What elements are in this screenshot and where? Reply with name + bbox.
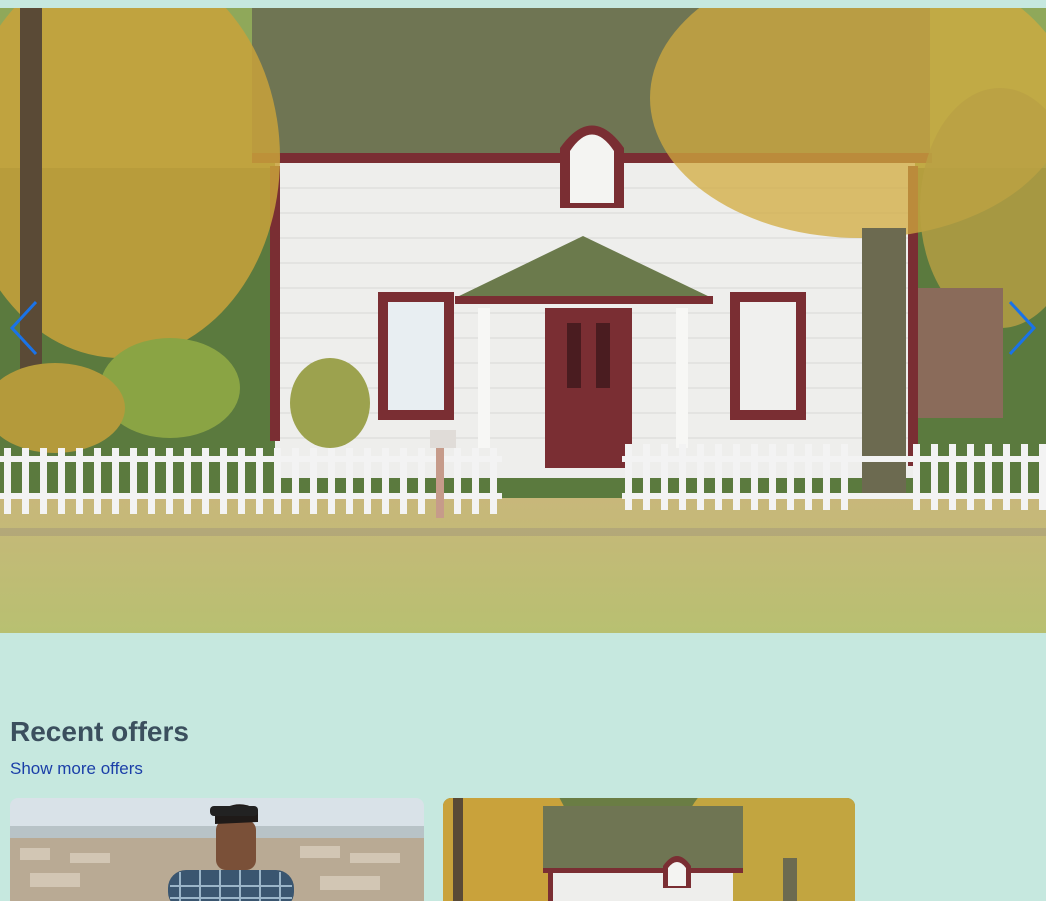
hero-image <box>0 8 1046 633</box>
chevron-left-icon <box>9 300 38 356</box>
offer-card[interactable] <box>443 798 855 901</box>
carousel-prev-button[interactable] <box>0 298 40 358</box>
show-more-offers-link[interactable]: Show more offers <box>10 759 143 779</box>
offer-card-image <box>10 798 424 901</box>
offer-card-image <box>443 798 855 901</box>
chevron-right-icon <box>1008 300 1037 356</box>
offer-card[interactable] <box>10 798 424 901</box>
hero-carousel <box>0 8 1046 633</box>
recent-offers-heading: Recent offers <box>10 716 189 747</box>
carousel-next-button[interactable] <box>1006 298 1046 358</box>
